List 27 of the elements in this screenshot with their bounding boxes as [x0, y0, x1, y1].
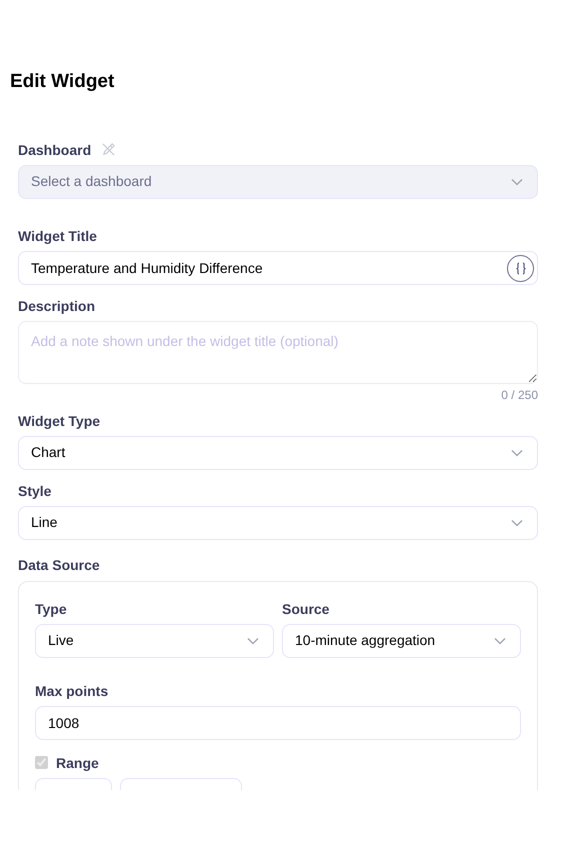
braces-icon — [514, 262, 526, 274]
select-field[interactable]: Live — [35, 624, 274, 658]
field-label: Range — [56, 754, 99, 772]
chevron-down-icon — [494, 636, 506, 644]
select-field[interactable]: 10-minute aggregation — [282, 624, 521, 658]
field-label: Max points — [35, 682, 110, 700]
field-label: Widget Title — [18, 226, 98, 244]
chevron-down-icon — [511, 518, 523, 526]
field-label: Source — [282, 600, 330, 618]
field-label: Data Source — [18, 556, 101, 574]
select-field[interactable]: Chart — [18, 436, 538, 470]
chevron-down-icon — [511, 178, 523, 186]
character-counter: 0 / 250 — [501, 386, 538, 404]
page-title: Edit Widget — [10, 70, 116, 94]
text-input[interactable]: 1008 — [35, 706, 521, 740]
text-input[interactable]: Temperature and Humidity Difference — [18, 250, 538, 284]
variables-button[interactable] — [507, 254, 534, 282]
field-label: Style — [18, 482, 52, 500]
description-field[interactable]: Add a note shown under the widget title (optional) — [18, 320, 538, 384]
field-label: Description — [18, 296, 96, 314]
pencil-off-icon — [101, 142, 116, 157]
field-label: Widget Type — [18, 412, 102, 430]
chevron-down-icon — [511, 448, 523, 456]
select-field[interactable]: Line — [18, 506, 538, 540]
chevron-down-icon — [247, 636, 259, 644]
field-label: Dashboard — [18, 140, 92, 158]
field-label: Type — [35, 600, 68, 618]
